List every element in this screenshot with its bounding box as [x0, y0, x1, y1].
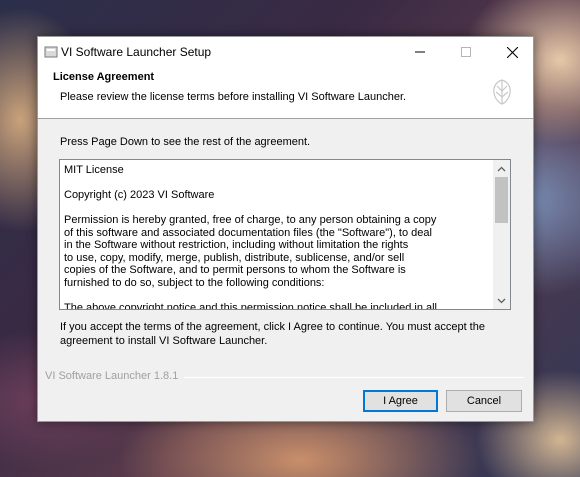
- chevron-down-icon: [497, 298, 506, 303]
- installer-logo-icon: [487, 77, 517, 107]
- license-textbox[interactable]: MIT License Copyright (c) 2023 VI Softwa…: [59, 159, 511, 310]
- chevron-up-icon: [497, 166, 506, 171]
- accept-instruction: If you accept the terms of the agreement…: [60, 321, 485, 347]
- i-agree-button[interactable]: I Agree: [363, 390, 438, 412]
- footer-divider: [184, 377, 524, 378]
- scroll-down-button[interactable]: [493, 292, 510, 309]
- scroll-thumb[interactable]: [495, 177, 508, 223]
- license-scrollbar[interactable]: [493, 160, 510, 309]
- maximize-button: [443, 37, 489, 67]
- scroll-up-button[interactable]: [493, 160, 510, 177]
- close-button[interactable]: [489, 37, 535, 67]
- title-bar[interactable]: VI Software Launcher Setup: [38, 37, 533, 67]
- minimize-icon: [415, 51, 425, 53]
- minimize-button[interactable]: [397, 37, 443, 67]
- page-down-instruction: Press Page Down to see the rest of the a…: [60, 136, 311, 148]
- page-title: License Agreement: [53, 71, 155, 83]
- setup-window: VI Software Launcher Setup License Agree…: [37, 36, 534, 422]
- version-label: VI Software Launcher 1.8.1: [45, 370, 179, 382]
- close-icon: [506, 46, 518, 58]
- page-header: License Agreement Please review the lice…: [38, 67, 533, 119]
- installer-app-icon: [44, 45, 58, 59]
- license-text: MIT License Copyright (c) 2023 VI Softwa…: [64, 164, 437, 310]
- window-title: VI Software Launcher Setup: [61, 45, 212, 59]
- maximize-icon: [461, 47, 471, 57]
- cancel-button[interactable]: Cancel: [446, 390, 522, 412]
- page-subtitle: Please review the license terms before i…: [60, 91, 407, 103]
